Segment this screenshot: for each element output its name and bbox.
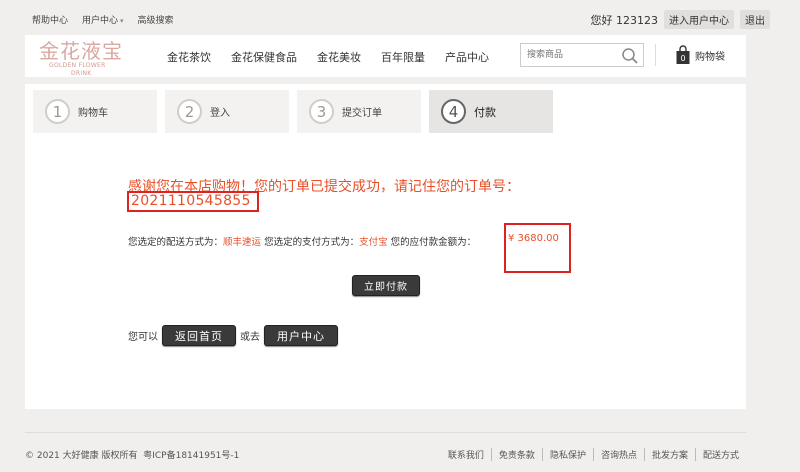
checkout-panel: 1 购物车 2 登入 3 提交订单 4 付款 感谢您在本店购物！您的订单已提交成…	[25, 84, 746, 409]
shopping-bag-icon: 0	[676, 45, 690, 64]
back-home-button[interactable]: 返回首页	[162, 325, 236, 346]
nav-item-products[interactable]: 产品中心	[445, 49, 489, 65]
nav-item-limited[interactable]: 百年限量	[381, 49, 425, 65]
advanced-search-link[interactable]: 高级搜索	[138, 13, 174, 26]
nav-item-health-food[interactable]: 金花保健食品	[231, 49, 297, 65]
enter-user-center-button[interactable]: 进入用户中心	[664, 10, 734, 29]
step-number: 2	[177, 99, 202, 124]
amount-label: 您的应付款金额为：	[390, 237, 477, 248]
logo-cn-text: 金花液宝	[39, 39, 123, 63]
payment-label: 您选定的支付方式为：	[264, 237, 360, 248]
greeting-text: 您好 123123	[590, 13, 659, 27]
step-label: 付款	[474, 105, 496, 119]
search-icon[interactable]	[621, 47, 639, 65]
top-bar: 帮助中心 用户中心 ▾ 高级搜索 您好 123123 进入用户中心 退出	[0, 0, 800, 36]
help-center-link[interactable]: 帮助中心	[32, 13, 68, 26]
footer-link-disclaimer[interactable]: 免责条款	[490, 448, 542, 461]
footer-divider	[25, 432, 746, 433]
nav-item-beauty[interactable]: 金花美妆	[317, 49, 361, 65]
user-center-label: 用户中心	[82, 16, 119, 26]
step-login: 2 登入	[165, 90, 289, 133]
site-logo[interactable]: 金花液宝 GOLDEN FLOWER DRINK	[39, 40, 149, 88]
footer-link-wholesale[interactable]: 批发方案	[643, 448, 695, 461]
or-go-text: 或去	[240, 332, 260, 343]
top-links: 帮助中心 用户中心 ▾ 高级搜索	[32, 13, 174, 26]
step-payment: 4 付款	[429, 90, 553, 133]
cart-count: 0	[680, 54, 685, 63]
user-center-menu[interactable]: 用户中心 ▾	[82, 13, 124, 26]
order-number: 2021110545855	[127, 191, 259, 212]
search-input[interactable]	[521, 44, 617, 66]
amount-due: ¥ 3680.00	[508, 233, 559, 244]
icp-link[interactable]: 粤ICP备18141951号-1	[143, 451, 239, 461]
amount-highlight-box	[504, 223, 571, 273]
post-order-links: 您可以 返回首页 或去 用户中心	[128, 325, 338, 346]
pay-now-button[interactable]: 立即付款	[352, 275, 420, 296]
you-can-text: 您可以	[128, 332, 158, 343]
step-cart: 1 购物车	[33, 90, 157, 133]
step-label: 购物车	[78, 108, 108, 119]
header-divider	[655, 44, 656, 66]
shipping-label: 您选定的配送方式为：	[128, 237, 224, 248]
user-area: 您好 123123 进入用户中心 退出	[590, 10, 770, 29]
footer-links: 联系我们 免责条款 隐私保护 咨询热点 批发方案 配送方式	[441, 448, 746, 461]
cart-link[interactable]: 0 购物袋	[675, 45, 725, 65]
step-number: 1	[45, 99, 70, 124]
payment-method: 支付宝	[359, 237, 388, 248]
footer-link-hot-topics[interactable]: 咨询热点	[592, 448, 644, 461]
step-label: 登入	[210, 108, 230, 119]
cart-label: 购物袋	[695, 51, 725, 63]
footer-link-privacy[interactable]: 隐私保护	[541, 448, 593, 461]
step-label: 提交订单	[342, 108, 382, 119]
copyright: © 2021 大好健康 版权所有 粤ICP备18141951号-1	[25, 448, 239, 461]
step-number: 3	[309, 99, 334, 124]
search-box	[520, 43, 644, 67]
shipping-method: 顺丰速运	[223, 237, 262, 248]
step-number: 4	[441, 99, 466, 124]
nav-item-tea[interactable]: 金花茶饮	[167, 49, 211, 65]
footer-link-contact[interactable]: 联系我们	[441, 448, 491, 461]
logo-en-line2: DRINK	[71, 70, 92, 77]
footer-link-shipping[interactable]: 配送方式	[694, 448, 746, 461]
chevron-down-icon: ▾	[120, 17, 124, 25]
main-nav: 金花茶饮 金花保健食品 金花美妆 百年限量 产品中心	[167, 49, 489, 65]
logo-en-line1: GOLDEN FLOWER	[49, 62, 106, 69]
step-submit-order: 3 提交订单	[297, 90, 421, 133]
checkout-steps: 1 购物车 2 登入 3 提交订单 4 付款	[33, 90, 553, 133]
order-info: 您选定的配送方式为：顺丰速运 您选定的支付方式为：支付宝 您的应付款金额为：	[128, 234, 476, 248]
copyright-text: © 2021 大好健康 版权所有	[25, 451, 138, 461]
logout-button[interactable]: 退出	[740, 10, 770, 29]
site-header: 金花液宝 GOLDEN FLOWER DRINK 金花茶饮 金花保健食品 金花美…	[25, 35, 746, 77]
user-center-button[interactable]: 用户中心	[264, 325, 338, 346]
